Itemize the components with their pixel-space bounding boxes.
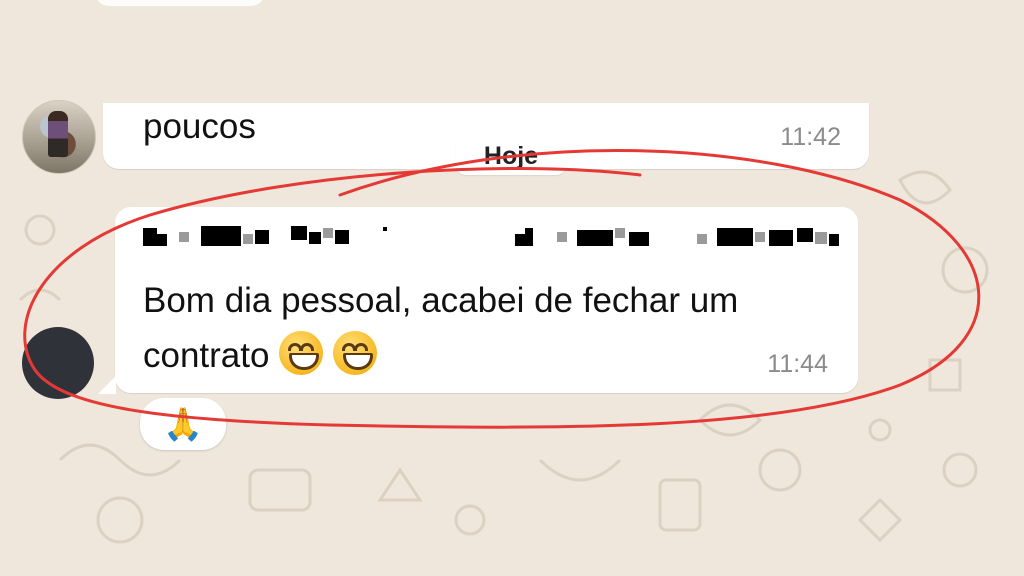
- annotation-circle: [23, 148, 981, 429]
